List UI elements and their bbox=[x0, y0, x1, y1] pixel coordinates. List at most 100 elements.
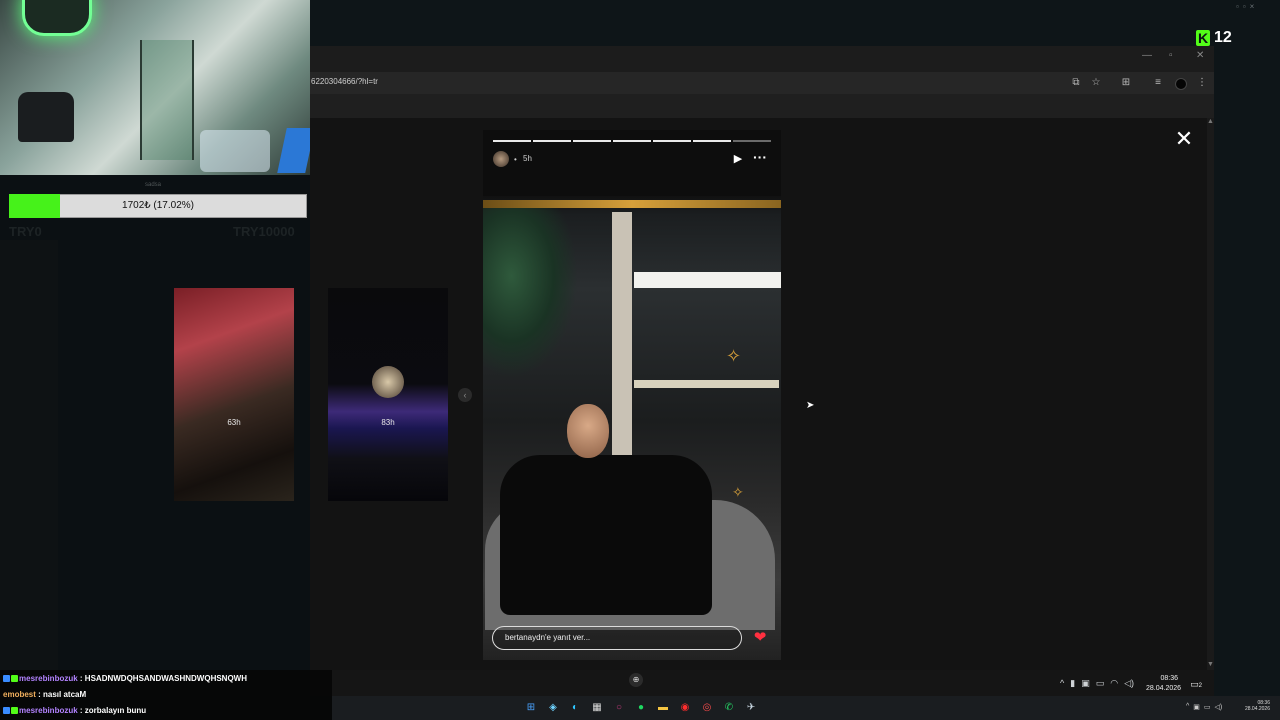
story-thumbnail-prev-2[interactable]: 63h bbox=[174, 288, 294, 501]
url-text[interactable]: 6220304666/?hl=tr bbox=[311, 77, 378, 86]
notification-icon[interactable]: ▭2 bbox=[1190, 679, 1202, 691]
network-icon[interactable]: ▭ bbox=[1204, 703, 1211, 711]
chat-text: : HSADNWDQHSANDWASHNDWQHSNQWH bbox=[77, 674, 248, 683]
reply-placeholder: bertanaydn'e yanıt ver... bbox=[505, 633, 591, 642]
windows-taskbar bbox=[332, 696, 1280, 720]
close-icon[interactable]: ✕ bbox=[1174, 128, 1194, 150]
scroll-down-icon[interactable]: ▼ bbox=[1207, 661, 1214, 668]
chat-badge-icon bbox=[11, 707, 18, 714]
scroll-up-icon[interactable]: ▲ bbox=[1207, 118, 1214, 125]
system-tray: ^ ▮ ▣ ▭ ◠ ◁) bbox=[1060, 678, 1134, 689]
mini-system-tray: ^ ▣ ▭ ◁) bbox=[1186, 703, 1222, 711]
whatsapp-icon[interactable]: ✆ bbox=[722, 701, 736, 715]
mouse-cursor-icon: ➤ bbox=[806, 400, 815, 411]
page-scrollbar[interactable] bbox=[1207, 118, 1214, 670]
story-progress-bar bbox=[493, 140, 771, 142]
donation-goal-text: 1702₺ (17.02%) bbox=[122, 200, 194, 211]
profile-avatar[interactable] bbox=[1175, 78, 1187, 90]
spotify-icon[interactable]: ● bbox=[634, 701, 648, 715]
chat-badge-icon bbox=[3, 675, 10, 682]
chat-text: : zorbalayın bunu bbox=[77, 706, 147, 715]
chevron-up-icon[interactable]: ^ bbox=[1186, 703, 1189, 711]
story-photo-emblem: ✧ bbox=[732, 484, 744, 500]
story-photo-plant bbox=[483, 208, 578, 378]
kick-viewer-badge: K 12 bbox=[1196, 29, 1232, 47]
more-icon[interactable]: ··· bbox=[751, 150, 769, 166]
display-icon[interactable]: ▣ bbox=[1081, 678, 1090, 689]
story-photo-light bbox=[634, 272, 781, 288]
battery-icon[interactable]: ▭ bbox=[1096, 678, 1105, 689]
media-controls-icon[interactable]: ≡ bbox=[1151, 76, 1165, 90]
goal-label: sadsa bbox=[145, 182, 162, 188]
webcam-monitor bbox=[277, 128, 310, 173]
chat-message: mesrebinbozuk : zorbalayın bunu bbox=[3, 706, 146, 715]
maximize-icon[interactable]: ▫ bbox=[1169, 50, 1173, 61]
tray-date[interactable]: 28.04.2026 bbox=[1146, 685, 1181, 692]
tiny-window-icons: ▫▫× bbox=[1236, 2, 1259, 11]
display-icon[interactable]: ▣ bbox=[1193, 703, 1200, 711]
copilot-icon[interactable]: ◈ bbox=[546, 701, 560, 715]
mini-clock: 08:36 28.04.2026 bbox=[1244, 700, 1270, 712]
tab-bar bbox=[310, 46, 1214, 72]
chat-message: emobest : nasıl atcaM bbox=[3, 690, 86, 699]
webcam-shelf bbox=[140, 40, 194, 160]
thumbnail-orb bbox=[372, 366, 404, 398]
heart-icon[interactable]: ❤ bbox=[752, 630, 768, 646]
story-photo-frame bbox=[612, 212, 632, 482]
neon-sign bbox=[22, 0, 92, 36]
install-app-icon[interactable]: ⧉ bbox=[1069, 76, 1083, 90]
volume-icon[interactable]: ◁) bbox=[1124, 678, 1134, 689]
story-thumbnail-prev-1[interactable]: 83h bbox=[328, 288, 448, 501]
zoom-icon[interactable]: ⊕ bbox=[629, 673, 643, 687]
story-author-avatar[interactable] bbox=[493, 151, 509, 167]
chevron-up-icon[interactable]: ^ bbox=[1060, 678, 1064, 689]
tray-time[interactable]: 08:36 bbox=[1146, 675, 1178, 682]
viewer-count: 12 bbox=[1214, 29, 1232, 46]
star-icon[interactable]: ☆ bbox=[1089, 76, 1103, 90]
webcam-overlay bbox=[0, 0, 310, 175]
chat-username: mesrebinbozuk bbox=[19, 674, 78, 683]
previous-story-icon[interactable]: ‹ bbox=[458, 388, 472, 402]
story-photo-emblem: ✧ bbox=[726, 346, 742, 366]
chat-badge-icon bbox=[11, 675, 18, 682]
goal-max-label: TRY10000 bbox=[233, 224, 295, 239]
desktop-right-area bbox=[1214, 0, 1280, 720]
thumbnail-time: 83h bbox=[381, 418, 395, 427]
kick-logo-icon: K bbox=[1196, 30, 1210, 46]
taskbar-apps: ⊞ ◈ ◐ ▦ ○ ● ▬ ◉ ◎ ✆ ✈ bbox=[524, 701, 758, 715]
volume-icon[interactable]: ◁) bbox=[1215, 703, 1223, 711]
webcam-bottles bbox=[200, 130, 270, 172]
separator-dot: • bbox=[514, 155, 517, 164]
wifi-icon[interactable]: ◠ bbox=[1110, 678, 1118, 689]
store-icon[interactable]: ▦ bbox=[590, 701, 604, 715]
left-dim-area bbox=[0, 240, 58, 670]
thumbnail-time: 63h bbox=[227, 418, 241, 427]
window-close-icon[interactable]: ✕ bbox=[1196, 50, 1204, 61]
microphone-icon[interactable]: ▮ bbox=[1070, 678, 1075, 689]
chat-username: mesrebinbozuk bbox=[19, 706, 78, 715]
chrome-icon[interactable]: ◎ bbox=[700, 701, 714, 715]
chat-text: : nasıl atcaM bbox=[35, 690, 87, 699]
chat-badge-icon bbox=[3, 707, 10, 714]
story-photo-face bbox=[567, 404, 609, 458]
webcam-chair bbox=[18, 92, 74, 142]
chat-message: mesrebinbozuk : HSADNWDQHSANDWASHNDWQHSN… bbox=[3, 674, 247, 683]
opera-icon[interactable]: ◉ bbox=[678, 701, 692, 715]
extensions-icon[interactable]: ⊞ bbox=[1119, 76, 1133, 90]
mini-date: 28.04.2026 bbox=[1244, 706, 1270, 712]
notification-count: 2 bbox=[1198, 683, 1202, 689]
bookmarks-bar bbox=[310, 94, 1214, 118]
windows-start-icon[interactable]: ⊞ bbox=[524, 701, 538, 715]
edge-icon[interactable]: ◐ bbox=[568, 701, 582, 715]
story-photo-beam bbox=[483, 200, 781, 208]
chat-username: emobest bbox=[3, 690, 36, 699]
story-photo-light bbox=[634, 380, 779, 388]
steam-icon[interactable]: ✈ bbox=[744, 701, 758, 715]
play-icon[interactable]: ▶ bbox=[731, 152, 745, 166]
minimize-icon[interactable]: — bbox=[1142, 50, 1152, 61]
story-photo-person bbox=[500, 455, 712, 615]
browser-menu-icon[interactable]: ⋮ bbox=[1195, 76, 1209, 90]
file-explorer-icon[interactable]: ▬ bbox=[656, 701, 670, 715]
goal-min-label: TRY0 bbox=[9, 224, 42, 239]
opera-gx-icon[interactable]: ○ bbox=[612, 701, 626, 715]
